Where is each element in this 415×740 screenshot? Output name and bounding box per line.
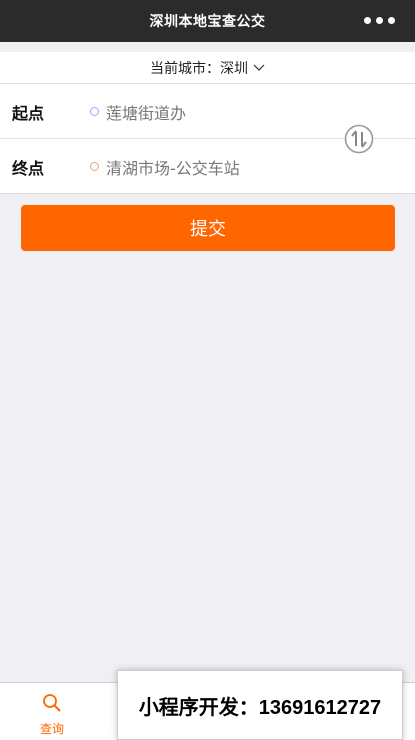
chevron-down-icon [253, 60, 265, 76]
start-input[interactable]: 莲塘街道办 [106, 100, 186, 124]
ad-banner[interactable]: 小程序开发：13691612727 [117, 670, 403, 740]
tab-query[interactable]: 查询 [28, 693, 76, 737]
more-dot [376, 16, 383, 24]
app-titlebar: 深圳本地宝查公交 [0, 0, 415, 42]
swap-arrows-icon[interactable] [344, 124, 374, 154]
submit-button[interactable]: 提交 [21, 205, 395, 251]
end-label: 终点 [12, 158, 45, 178]
start-dot-icon [90, 107, 99, 116]
route-panel: 起点 莲塘街道办 终点 清湖市场-公交车站 [0, 84, 415, 194]
end-input[interactable]: 清湖市场-公交车站 [106, 155, 240, 179]
ad-text: 小程序开发：13691612727 [138, 696, 382, 719]
more-dots-icon[interactable] [364, 14, 395, 26]
tab-query-label: 查询 [39, 722, 64, 736]
end-dot-icon [90, 162, 99, 171]
start-label: 起点 [12, 103, 45, 123]
page-title: 深圳本地宝查公交 [149, 14, 266, 30]
city-selector[interactable]: 当前城市：深圳 [0, 52, 415, 84]
city-label: 当前城市：深圳 [150, 60, 248, 77]
search-icon [42, 693, 62, 717]
more-dot [364, 16, 371, 24]
more-dot [388, 16, 395, 24]
